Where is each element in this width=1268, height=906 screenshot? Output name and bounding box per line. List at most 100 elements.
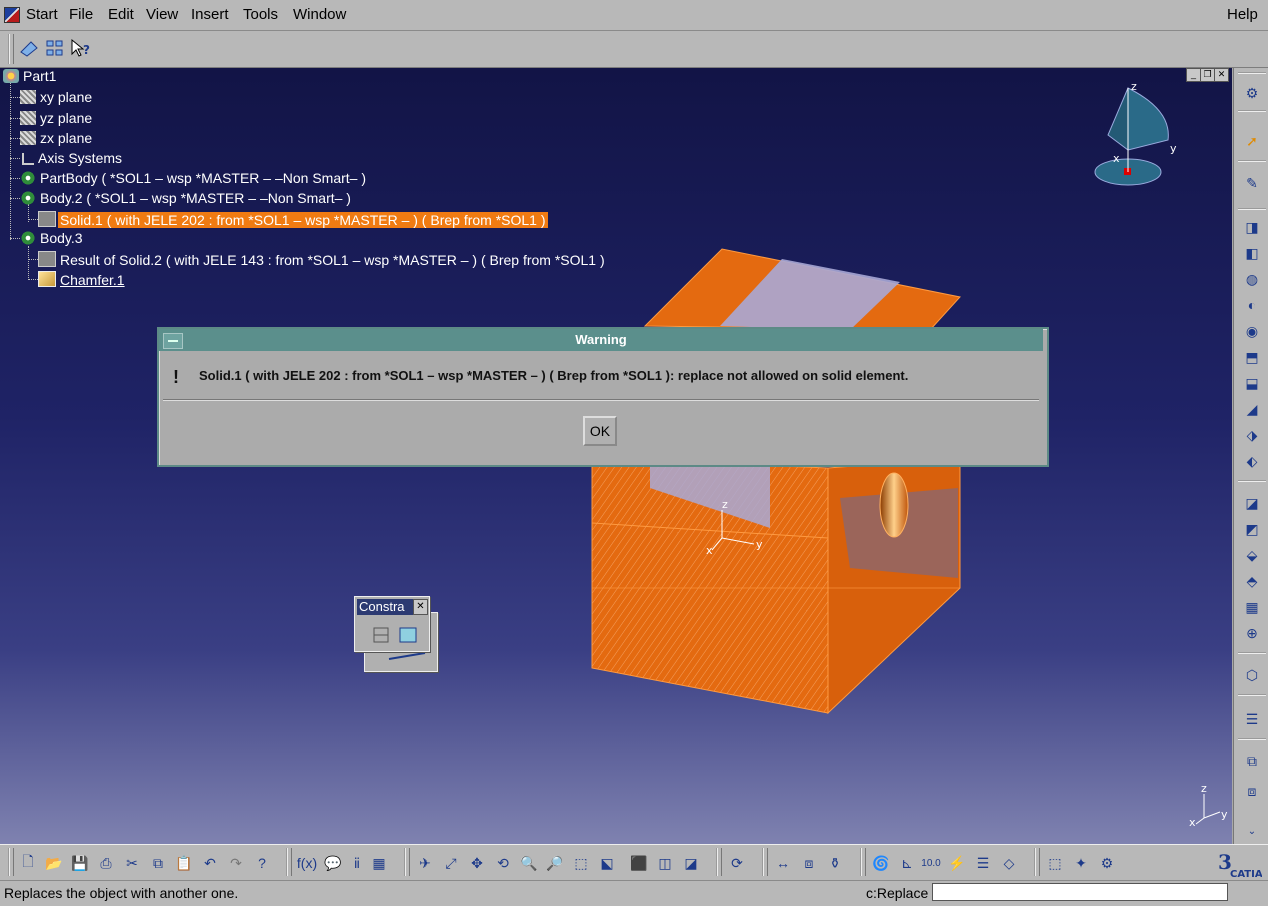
copy-icon[interactable]: ⧉	[147, 852, 169, 874]
menu-file[interactable]: File	[69, 6, 93, 23]
redo-icon[interactable]: ↷	[225, 852, 247, 874]
tree-node-xy-plane[interactable]: xy plane	[20, 89, 94, 105]
pocket-icon[interactable]: ◧	[1241, 242, 1263, 264]
assemble-icon[interactable]: ⧈	[1241, 780, 1263, 802]
menu-start[interactable]: Start	[26, 6, 58, 23]
menu-window[interactable]: Window	[293, 6, 346, 23]
tree-node-body-2[interactable]: Body.2 ( *SOL1 – wsp *MASTER – –Non Smar…	[20, 190, 353, 206]
cut-icon[interactable]: ✂	[121, 852, 143, 874]
measure-inertia-icon[interactable]: ⚱	[824, 852, 846, 874]
fillet-icon[interactable]: ◪	[1241, 492, 1263, 514]
catia-app-icon[interactable]	[4, 7, 20, 23]
whats-this-icon[interactable]: ?	[70, 37, 92, 59]
constraint-icon[interactable]	[397, 623, 419, 645]
catalog-icon[interactable]: ⬚	[1044, 852, 1066, 874]
new-file-icon[interactable]: 🗋	[17, 852, 39, 874]
rotate-icon[interactable]: ⟲	[492, 852, 514, 874]
menu-view[interactable]: View	[146, 6, 178, 23]
tree-node-partbody[interactable]: PartBody ( *SOL1 – wsp *MASTER – –Non Sm…	[20, 170, 368, 186]
constraint-toolbar-title[interactable]: Constra	[357, 599, 415, 615]
zoom-out-icon[interactable]: 🔎	[544, 852, 566, 874]
tree-node-solid-1[interactable]: Solid.1 ( with JELE 202 : from *SOL1 – w…	[38, 211, 548, 228]
knowledge-advisor-icon[interactable]: ⅱ	[346, 852, 368, 874]
save-icon[interactable]: 💾	[69, 852, 91, 874]
dimension-icon[interactable]: ⚡	[946, 852, 968, 874]
tree-node-chamfer-1[interactable]: Chamfer.1	[38, 271, 127, 288]
constraint-defined-icon[interactable]	[371, 623, 393, 645]
boolean-icon[interactable]: ⧉	[1241, 750, 1263, 772]
restore-icon[interactable]: ❐	[1200, 68, 1215, 82]
gear-icon[interactable]: ⚙	[1241, 82, 1263, 104]
loft-icon[interactable]: ⬗	[1241, 424, 1263, 446]
measure-item-icon[interactable]: ⧈	[798, 852, 820, 874]
view-selector-icon[interactable]: ⬕	[596, 852, 618, 874]
shading-icon[interactable]: ⬛	[628, 852, 650, 874]
pad-icon[interactable]: ◨	[1241, 216, 1263, 238]
snap-icon[interactable]: 10.0	[920, 852, 942, 874]
zoom-in-icon[interactable]: 🔍	[518, 852, 540, 874]
hide-show-icon[interactable]: ◫	[654, 852, 676, 874]
fit-all-icon[interactable]: ⤢	[440, 852, 462, 874]
axis-system-icon	[22, 153, 34, 165]
hole-icon[interactable]: ◉	[1241, 320, 1263, 342]
whats-this-icon[interactable]: ?	[251, 852, 273, 874]
menu-edit[interactable]: Edit	[108, 6, 134, 23]
split-icon[interactable]: ⬡	[1241, 664, 1263, 686]
print-icon[interactable]: ⎙	[95, 852, 117, 874]
close-icon[interactable]: ✕	[1214, 68, 1229, 82]
tree-node-zx-plane[interactable]: zx plane	[20, 130, 94, 146]
target-icon[interactable]: ⊕	[1241, 622, 1263, 644]
tree-node-result-of-solid-2[interactable]: Result of Solid.2 ( with JELE 143 : from…	[38, 251, 607, 268]
measure-between-icon[interactable]: ↔	[772, 852, 794, 874]
ok-button[interactable]: OK	[583, 416, 617, 446]
list-icon[interactable]: ☰	[972, 852, 994, 874]
material-icon[interactable]: ⚙	[1096, 852, 1118, 874]
sketch-icon[interactable]: ✎	[1241, 172, 1263, 194]
tree-node-axis-systems[interactable]: Axis Systems	[20, 150, 124, 166]
chevron-down-icon[interactable]: ⌄	[1241, 820, 1263, 842]
multi-select-icon[interactable]	[44, 37, 66, 59]
update-icon[interactable]: ⟳	[726, 852, 748, 874]
slot-icon[interactable]: ⬓	[1241, 372, 1263, 394]
pattern-icon[interactable]: ▦	[1241, 596, 1263, 618]
chamfer-icon[interactable]: ◩	[1241, 518, 1263, 540]
close-icon[interactable]: ✕	[413, 599, 428, 615]
swap-space-icon[interactable]: ◪	[680, 852, 702, 874]
paste-icon[interactable]: 📋	[173, 852, 195, 874]
pointer-icon[interactable]: ➚	[1241, 130, 1263, 152]
remove-loft-icon[interactable]: ⬖	[1241, 450, 1263, 472]
constraint-toolbar: Constra ✕	[354, 596, 430, 652]
knowledge-icon[interactable]: 💬	[322, 852, 344, 874]
axis-icon[interactable]: ⊾	[896, 852, 918, 874]
pan-icon[interactable]: ✥	[466, 852, 488, 874]
axis-z-label: z	[1201, 782, 1207, 795]
stiffener-icon[interactable]: ◢	[1241, 398, 1263, 420]
open-file-icon[interactable]: 📂	[43, 852, 65, 874]
thick-surface-icon[interactable]: ☰	[1241, 708, 1263, 730]
select-icon[interactable]	[18, 37, 40, 59]
groove-icon[interactable]: ◐	[1241, 294, 1263, 316]
fly-mode-icon[interactable]: ✈	[414, 852, 436, 874]
toolbar-grip[interactable]	[8, 34, 14, 64]
tree-node-body-3[interactable]: Body.3	[20, 230, 85, 246]
tree-node-part1[interactable]: Part1	[3, 68, 58, 84]
table-icon[interactable]: ▦	[368, 852, 390, 874]
command-input[interactable]	[932, 883, 1228, 901]
minimize-icon[interactable]: _	[1186, 68, 1201, 82]
menu-insert[interactable]: Insert	[191, 6, 229, 23]
render-icon[interactable]: ✦	[1070, 852, 1092, 874]
menu-tools[interactable]: Tools	[243, 6, 278, 23]
spiral-icon[interactable]: 🌀	[870, 852, 892, 874]
rib-icon[interactable]: ⬒	[1241, 346, 1263, 368]
undo-icon[interactable]: ↶	[199, 852, 221, 874]
shell-icon[interactable]: ⬘	[1241, 570, 1263, 592]
formula-icon[interactable]: f(x)	[296, 852, 318, 874]
shaft-icon[interactable]: ◍	[1241, 268, 1263, 290]
plane-view-icon[interactable]: ◇	[998, 852, 1020, 874]
compass-icon[interactable]: z y x	[1090, 80, 1190, 190]
normal-view-icon[interactable]: ⬚	[570, 852, 592, 874]
tree-node-yz-plane[interactable]: yz plane	[20, 110, 94, 126]
draft-icon[interactable]: ⬙	[1241, 544, 1263, 566]
window-menu-icon[interactable]	[163, 333, 183, 349]
menu-help[interactable]: Help	[1227, 6, 1258, 23]
